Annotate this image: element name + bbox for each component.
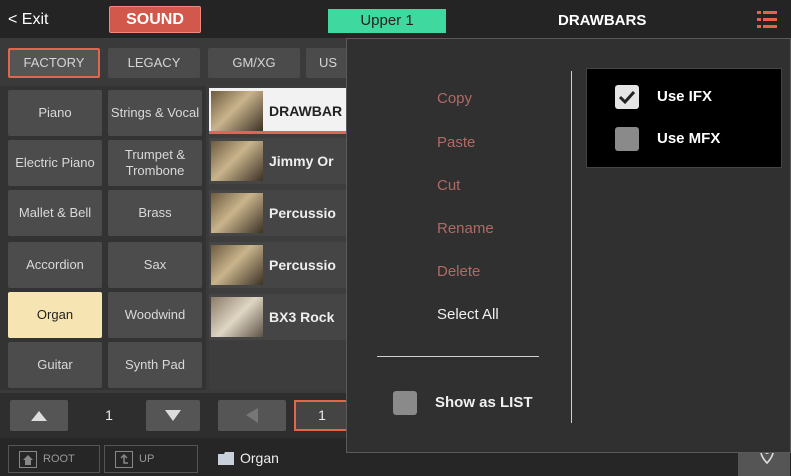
select-all-menu-item[interactable]: Select All xyxy=(415,299,555,331)
category-accordion[interactable]: Accordion xyxy=(8,242,102,288)
tab-user[interactable]: US xyxy=(306,48,350,78)
menu-divider-horizontal xyxy=(377,356,539,357)
category-strings-vocal[interactable]: Strings & Vocal xyxy=(108,90,202,136)
triangle-left-icon xyxy=(246,408,258,423)
current-folder: Organ xyxy=(218,447,279,469)
category-electric-piano[interactable]: Electric Piano xyxy=(8,140,102,186)
sound-thumbnail xyxy=(211,141,263,181)
cut-menu-item[interactable]: Cut xyxy=(415,170,555,202)
page-up-button[interactable] xyxy=(10,400,68,431)
category-brass[interactable]: Brass xyxy=(108,190,202,236)
sound-page-number[interactable]: 1 xyxy=(294,400,350,431)
copy-menu-item[interactable]: Copy xyxy=(415,83,555,115)
tab-legacy[interactable]: LEGACY xyxy=(108,48,200,78)
category-organ[interactable]: Organ xyxy=(8,292,102,338)
sound-thumbnail xyxy=(211,297,263,337)
category-piano[interactable]: Piano xyxy=(8,90,102,136)
category-mallet-bell[interactable]: Mallet & Bell xyxy=(8,190,102,236)
sound-list: DRAWBAR Jimmy Or Percussio Percussio BX3… xyxy=(209,86,359,390)
triangle-down-icon xyxy=(165,410,181,421)
category-panel: Piano Strings & Vocal Electric Piano Tru… xyxy=(0,86,206,390)
upper-badge[interactable]: Upper 1 xyxy=(328,9,446,33)
checkmark-icon xyxy=(618,90,636,105)
show-as-list-checkbox[interactable] xyxy=(393,391,417,415)
delete-menu-item[interactable]: Delete xyxy=(415,256,555,288)
sound-row[interactable]: BX3 Rock xyxy=(209,294,359,340)
sound-row[interactable]: Percussio xyxy=(209,242,359,288)
category-trumpet-trombone[interactable]: Trumpet & Trombone xyxy=(108,140,202,186)
tab-gm-xg[interactable]: GM/XG xyxy=(208,48,300,78)
use-mfx-label: Use MFX xyxy=(657,130,721,147)
category-woodwind[interactable]: Woodwind xyxy=(108,292,202,338)
category-sax[interactable]: Sax xyxy=(108,242,202,288)
use-ifx-checkbox[interactable] xyxy=(615,85,639,109)
sound-thumbnail xyxy=(211,245,263,285)
root-label: ROOT xyxy=(43,453,75,465)
folder-icon xyxy=(218,452,234,465)
fx-panel: Use IFX Use MFX xyxy=(586,68,782,168)
use-mfx-checkbox[interactable] xyxy=(615,127,639,151)
page-down-button[interactable] xyxy=(146,400,200,431)
tab-factory[interactable]: FACTORY xyxy=(8,48,100,78)
folder-name: Organ xyxy=(240,450,279,466)
category-synth-pad[interactable]: Synth Pad xyxy=(108,342,202,388)
sound-button[interactable]: SOUND xyxy=(109,6,201,33)
paste-menu-item[interactable]: Paste xyxy=(415,127,555,159)
sound-thumbnail xyxy=(211,193,263,233)
up-button[interactable]: UP xyxy=(104,445,198,473)
page-title: DRAWBARS xyxy=(558,12,647,29)
category-page-number: 1 xyxy=(105,407,113,423)
sound-row[interactable]: Jimmy Or xyxy=(209,138,359,184)
category-guitar[interactable]: Guitar xyxy=(8,342,102,388)
up-label: UP xyxy=(139,453,155,465)
menu-icon[interactable] xyxy=(757,11,777,28)
root-button[interactable]: ROOT xyxy=(8,445,100,473)
sound-row[interactable]: DRAWBAR xyxy=(209,88,359,134)
sound-row[interactable]: Percussio xyxy=(209,190,359,236)
top-bar: < Exit SOUND Upper 1 DRAWBARS xyxy=(0,0,791,38)
exit-button[interactable]: < Exit xyxy=(8,7,48,33)
home-folder-icon xyxy=(19,451,37,468)
sound-thumbnail xyxy=(211,91,263,131)
sound-page-prev-button[interactable] xyxy=(218,400,286,431)
up-folder-icon xyxy=(115,451,133,468)
triangle-up-icon xyxy=(31,411,47,421)
show-as-list-label: Show as LIST xyxy=(435,394,533,411)
rename-menu-item[interactable]: Rename xyxy=(415,213,555,245)
menu-divider-vertical xyxy=(571,71,572,423)
use-ifx-label: Use IFX xyxy=(657,88,713,105)
